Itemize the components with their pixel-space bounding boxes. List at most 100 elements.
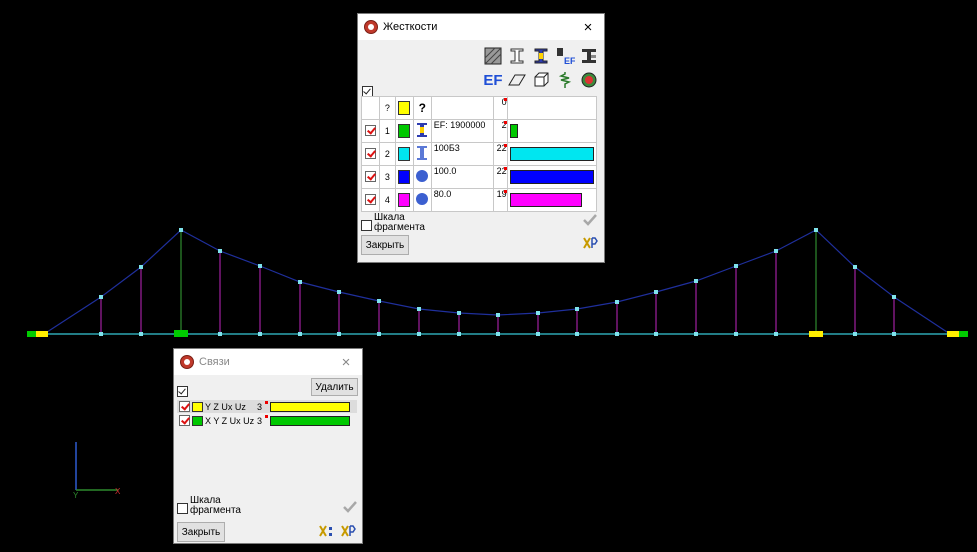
row-color-cell[interactable]: [394, 119, 414, 143]
row-color-cell[interactable]: [394, 188, 414, 212]
row-color-cell[interactable]: [394, 165, 414, 189]
row-checkbox-cell[interactable]: [361, 188, 380, 212]
deck-node: [694, 332, 698, 336]
axis-indicator: Y X: [73, 442, 121, 500]
row-color-cell[interactable]: [394, 96, 414, 120]
cable-node: [774, 249, 778, 253]
link-count: 3: [257, 401, 263, 412]
row-checkbox-cell[interactable]: [361, 119, 380, 143]
solid-icon[interactable]: [531, 70, 551, 90]
ef-section-icon[interactable]: EF: [555, 46, 575, 66]
cable-node: [377, 299, 381, 303]
apply-checkmark-icon[interactable]: [582, 212, 598, 228]
apply-checkmark-icon[interactable]: [342, 499, 358, 515]
link-row[interactable]: Y Z Ux Uz 3: [177, 400, 357, 413]
row-name: 100Б3: [430, 142, 494, 166]
count-marker: [503, 121, 507, 124]
row-bar-cell: [506, 188, 598, 212]
stiffness-row[interactable]: ?? 0: [361, 96, 598, 120]
row-color-swatch[interactable]: [398, 124, 411, 138]
row-checkbox-cell[interactable]: [361, 142, 380, 166]
row-checkbox[interactable]: [179, 415, 190, 426]
app-logo-icon: [180, 355, 194, 369]
stiffness-row[interactable]: 3 100.0 22: [361, 165, 598, 189]
row-checkbox[interactable]: [364, 147, 376, 159]
row-checkbox[interactable]: [364, 193, 376, 205]
deck-node: [298, 332, 302, 336]
support-fixed-right: [959, 331, 968, 337]
axis-y-label: Y: [73, 491, 79, 500]
row-bar-cell: [506, 119, 598, 143]
cable-node: [734, 264, 738, 268]
close-button[interactable]: Закрыть: [177, 522, 225, 542]
count-marker: [503, 144, 507, 147]
row-checkbox[interactable]: [364, 170, 376, 182]
cable-node: [575, 307, 579, 311]
cable-node: [99, 295, 103, 299]
row-checkbox-cell[interactable]: [361, 165, 380, 189]
row-color-swatch[interactable]: [398, 101, 411, 115]
steel-section-icon[interactable]: [579, 46, 599, 66]
cable-node: [139, 265, 143, 269]
scale-fragment-checkbox[interactable]: [177, 503, 188, 514]
cable-node: [536, 311, 540, 315]
stiffness-row[interactable]: 2 100Б3 22: [361, 142, 598, 166]
stiffness-table: ?? 0 1 EF: 1900000 2 2 100Б3 22 3 100.0 22 4 80.0 19: [361, 96, 598, 212]
link-label: Y Z Ux Uz: [205, 401, 246, 412]
link-usage-bar: [270, 415, 350, 426]
scale-fragment-checkbox[interactable]: [361, 220, 372, 231]
stiffness-row[interactable]: 1 EF: 1900000 2: [361, 119, 598, 143]
stiffness-titlebar[interactable]: Жесткости ×: [358, 14, 604, 40]
close-icon[interactable]: ×: [336, 355, 356, 370]
row-color-cell[interactable]: [394, 142, 414, 166]
spring-icon[interactable]: [555, 70, 575, 90]
plate-icon[interactable]: [507, 70, 527, 90]
scale-fragment-label: Шкала фрагмента: [190, 495, 241, 516]
row-color-swatch[interactable]: [192, 401, 203, 412]
select-all-checkbox[interactable]: [177, 386, 188, 397]
row-usage-bar: [509, 170, 594, 184]
close-icon[interactable]: ×: [578, 20, 598, 35]
row-usage-bar: [509, 193, 583, 207]
cross-section-hatched-icon[interactable]: [483, 46, 503, 66]
circle-section-icon: [412, 165, 432, 189]
globe-icon[interactable]: [579, 70, 599, 90]
deck-node: [377, 332, 381, 336]
row-bar-cell: [506, 142, 598, 166]
links-titlebar[interactable]: Связи ×: [174, 349, 362, 375]
pick-links-icon[interactable]: [318, 523, 334, 539]
row-name: 100.0: [430, 165, 494, 189]
cable-node: [814, 228, 818, 232]
cable-node: [298, 280, 302, 284]
ef-icon[interactable]: EF: [483, 70, 503, 90]
deck-node: [654, 332, 658, 336]
stiffness-row[interactable]: 4 80.0 19: [361, 188, 598, 212]
deck-node: [853, 332, 857, 336]
row-count-cell: 22: [492, 142, 508, 166]
row-number: 3: [378, 165, 396, 189]
row-checkbox-cell[interactable]: [361, 96, 380, 120]
row-color-swatch[interactable]: [398, 193, 411, 207]
i-beam-icon[interactable]: [507, 46, 527, 66]
row-color-swatch[interactable]: [398, 170, 411, 184]
cable-node: [337, 290, 341, 294]
deck-node: [99, 332, 103, 336]
i-beam-yellow-icon[interactable]: [531, 46, 551, 66]
ef-label: EF: [483, 71, 503, 89]
row-color-swatch[interactable]: [398, 147, 411, 161]
count-marker: [503, 190, 507, 193]
delete-button[interactable]: Удалить: [311, 378, 358, 396]
i-beam-yellow-icon: [412, 119, 432, 143]
row-checkbox[interactable]: [179, 401, 190, 412]
row-checkbox[interactable]: [364, 124, 376, 136]
link-label: X Y Z Ux Uz: [205, 415, 255, 426]
support-pinned-right: [947, 331, 960, 337]
close-button[interactable]: Закрыть: [361, 235, 409, 255]
deck-node: [218, 332, 222, 336]
reset-icon[interactable]: [582, 235, 598, 251]
row-color-swatch[interactable]: [192, 415, 203, 426]
reset-icon[interactable]: [340, 523, 356, 539]
link-row[interactable]: X Y Z Ux Uz 3: [177, 414, 357, 427]
links-dialog: Связи × Удалить Y Z Ux Uz 3 X Y Z Ux Uz 3 Ш…: [173, 348, 363, 544]
deck-node: [457, 332, 461, 336]
